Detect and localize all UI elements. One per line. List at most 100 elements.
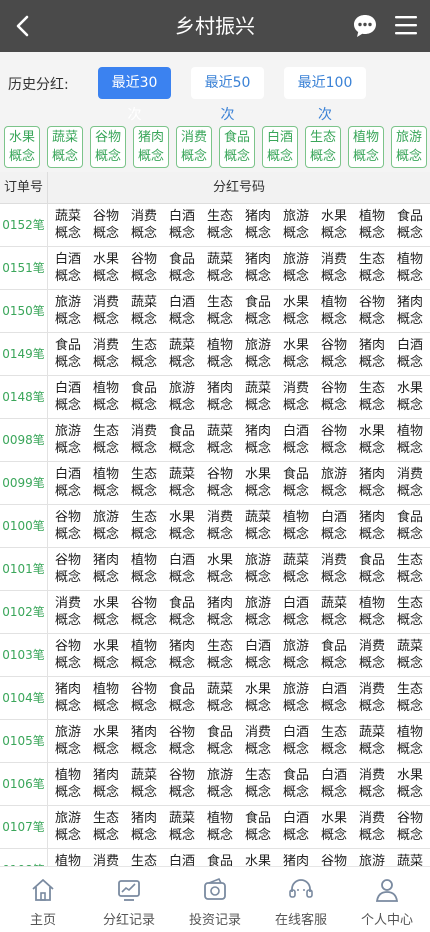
- dividend-code: 旅游概念: [282, 639, 309, 671]
- dividend-code: 旅游概念: [54, 725, 81, 757]
- dividend-code: 消费概念: [92, 295, 119, 327]
- dividend-code: 食品概念: [282, 768, 309, 800]
- dividend-code: 旅游概念: [358, 854, 385, 866]
- dividend-code: 消费概念: [320, 553, 347, 585]
- category-suffix: 概念: [352, 149, 379, 164]
- dividend-code: 食品概念: [396, 209, 423, 241]
- table-row: 0149笔 食品 概念 消费 概念 生态 概念 蔬菜 概念 植物 概念 旅游 概念 水果 概念 谷物 概念 猪肉概…: [0, 333, 430, 376]
- category-suffix: 概念: [223, 149, 250, 164]
- dividend-code: 植物概念: [92, 467, 119, 499]
- dividend-code: 猪肉概念: [358, 467, 385, 499]
- dividend-code: 蔬菜概念: [358, 725, 385, 757]
- dividend-code: 蔬菜概念: [244, 510, 271, 542]
- dividend-code: 水果概念: [244, 854, 271, 866]
- dividend-code: 旅游概念: [206, 768, 233, 800]
- dividend-code: 旅游概念: [282, 682, 309, 714]
- filter-recent-30-button[interactable]: 最近30次: [98, 67, 171, 123]
- dividend-code: 生态概念: [92, 811, 119, 843]
- dividend-code: 猪肉概念: [244, 209, 271, 241]
- category-name: 白酒: [266, 130, 293, 145]
- dividend-code: 消费概念: [206, 510, 233, 542]
- order-number: 0098笔: [0, 419, 48, 462]
- dividend-code: 消费概念: [54, 596, 81, 628]
- dividend-code: 消费概念: [92, 854, 119, 866]
- order-number: 0101笔: [0, 548, 48, 591]
- dividend-code: 猪肉概念: [92, 553, 119, 585]
- table-row: 0104笔 猪肉 概念 植物 概念 谷物 概念 食品 概念 蔬菜 概念 水果 概念 旅游 概念 白酒 概念 消费概…: [0, 677, 430, 720]
- tab-item[interactable]: 分红记录: [86, 867, 172, 932]
- category-name: 生态: [309, 130, 336, 145]
- bottom-tab-bar: 主页 分红记录 投资记录 在线客服 个人中心: [0, 866, 430, 932]
- dividend-code: 食品概念: [396, 510, 423, 542]
- tab-label: 个人中心: [360, 913, 413, 928]
- dividend-code: 旅游概念: [92, 510, 119, 542]
- category-suffix: 概念: [309, 149, 336, 164]
- dividend-code: 谷物概念: [320, 424, 347, 456]
- dividend-code: 植物概念: [92, 682, 119, 714]
- dividend-code: 猪肉概念: [130, 725, 157, 757]
- order-number: 0108笔: [0, 849, 48, 866]
- dividend-code: 生态概念: [396, 553, 423, 585]
- table-row: 0151笔 白酒 概念 水果 概念 谷物 概念 食品 概念 蔬菜 概念 猪肉 概念 旅游 概念 消费 概念 生态概…: [0, 247, 430, 290]
- dividend-code: 蔬菜概念: [396, 639, 423, 671]
- category-suffix: 概念: [180, 149, 207, 164]
- table-row: 0099笔 白酒 概念 植物 概念 生态 概念 蔬菜 概念 谷物 概念 水果 概念 食品 概念 旅游 概念 猪肉概…: [0, 462, 430, 505]
- dividend-code: 白酒概念: [168, 854, 195, 866]
- dividend-code: 水果概念: [92, 252, 119, 284]
- dividend-code: 蔬菜概念: [206, 682, 233, 714]
- filter-recent-50-button[interactable]: 最近50次: [191, 67, 264, 123]
- dividend-code: 植物概念: [130, 639, 157, 671]
- table-row: 0103笔 谷物 概念 水果 概念 植物 概念 猪肉 概念 生态 概念 白酒 概念 旅游 概念 食品 概念 消费概…: [0, 634, 430, 677]
- dividend-code: 谷物概念: [130, 596, 157, 628]
- dividend-code: 猪肉概念: [54, 682, 81, 714]
- order-number: 0107笔: [0, 806, 48, 849]
- hamburger-menu-icon[interactable]: [394, 14, 418, 36]
- dividend-code: 食品概念: [320, 639, 347, 671]
- tab-item[interactable]: 个人中心: [344, 867, 430, 932]
- dividend-code: 蔬菜概念: [396, 854, 423, 866]
- filter-recent-100-button[interactable]: 最近100次: [284, 67, 366, 123]
- dividend-code: 旅游概念: [54, 811, 81, 843]
- dividend-code: 猪肉概念: [244, 424, 271, 456]
- headset-icon: [289, 879, 313, 898]
- table-row: 0100笔 谷物 概念 旅游 概念 生态 概念 水果 概念 消费 概念 蔬菜 概念 植物 概念 白酒 概念 猪肉概…: [0, 505, 430, 548]
- dividend-code: 猪肉概念: [206, 596, 233, 628]
- dividend-code: 蔬菜概念: [206, 424, 233, 456]
- dividend-code: 食品概念: [54, 338, 81, 370]
- table-row: 0101笔 谷物 概念 猪肉 概念 植物 概念 白酒 概念 水果 概念 旅游 概念 蔬菜 概念 消费 概念 食品概…: [0, 548, 430, 591]
- dividend-code: 食品概念: [168, 682, 195, 714]
- tab-item[interactable]: 投资记录: [172, 867, 258, 932]
- dividend-code: 谷物概念: [54, 553, 81, 585]
- dividend-code: 谷物概念: [206, 467, 233, 499]
- category-suffix: 概念: [51, 149, 78, 164]
- dividend-code: 蔬菜概念: [168, 338, 195, 370]
- dividend-code: 旅游概念: [282, 209, 309, 241]
- dividend-code: 白酒概念: [282, 596, 309, 628]
- dividend-code: 水果概念: [92, 639, 119, 671]
- dividend-code: 猪肉概念: [206, 381, 233, 413]
- dividend-code: 植物概念: [54, 854, 81, 866]
- dividend-code: 植物概念: [54, 768, 81, 800]
- dividend-code: 谷物概念: [92, 209, 119, 241]
- tab-label: 分红记录: [102, 913, 155, 928]
- category-legend: 水果 概念 蔬菜 概念 谷物 概念 猪肉 概念 消费 概念 食品 概念 白酒 概念 生态 概念 植物 概念 旅游 概念: [0, 122, 430, 172]
- dividend-code: 白酒概念: [168, 209, 195, 241]
- dividend-code: 生态概念: [358, 252, 385, 284]
- chat-bubble-icon[interactable]: [352, 13, 378, 39]
- dividend-code: 蔬菜概念: [244, 381, 271, 413]
- dividend-code: 生态概念: [130, 854, 157, 866]
- dividend-code: 白酒概念: [282, 725, 309, 757]
- dividend-code: 植物概念: [396, 252, 423, 284]
- tab-label: 主页: [29, 913, 56, 928]
- tab-label: 在线客服: [274, 913, 327, 928]
- order-number: 0150笔: [0, 290, 48, 333]
- dividend-code: 生态概念: [206, 209, 233, 241]
- tab-item[interactable]: 在线客服: [258, 867, 344, 932]
- dividend-code: 猪肉概念: [396, 295, 423, 327]
- tab-item[interactable]: 主页: [0, 867, 86, 932]
- category-name: 旅游: [395, 130, 422, 145]
- dividend-code: 白酒概念: [320, 768, 347, 800]
- category-suffix: 概念: [137, 149, 164, 164]
- dividend-code: 白酒概念: [54, 381, 81, 413]
- category-tag: 蔬菜 概念: [47, 126, 83, 168]
